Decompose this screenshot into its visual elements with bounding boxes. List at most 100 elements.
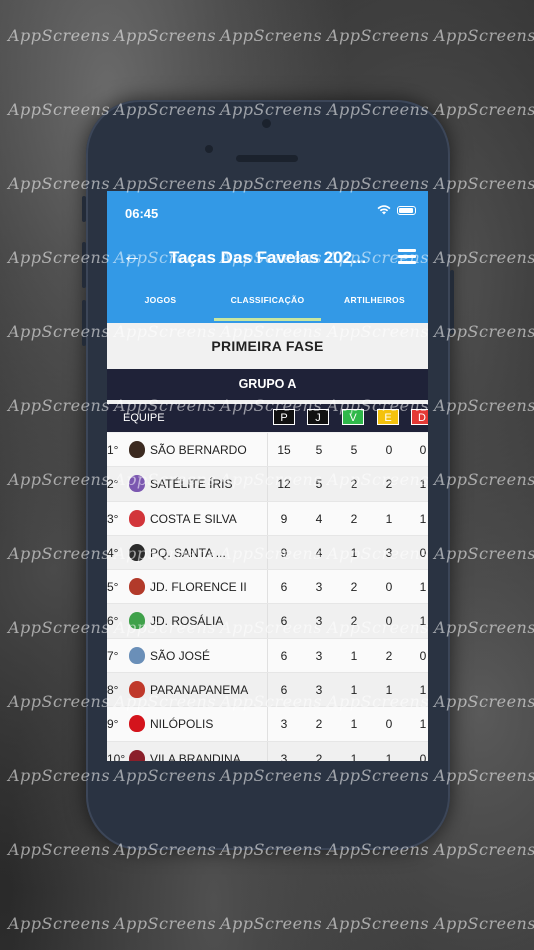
column-divider <box>267 673 268 707</box>
row-position: 10° <box>107 751 126 761</box>
table-row[interactable]: 10° VILA BRANDINA 3 2 1 1 0 <box>107 741 428 761</box>
row-stat-v: 1 <box>350 648 358 663</box>
row-team-name: VILA BRANDINA <box>150 751 241 761</box>
group-title: GRUPO A <box>107 369 428 400</box>
column-header-draws: E <box>377 409 399 425</box>
table-header: EQUIPE P J V E D <box>107 404 428 432</box>
row-position: 6° <box>107 614 119 629</box>
table-row[interactable]: 9° NILÓPOLIS 3 2 1 0 1 <box>107 707 428 742</box>
row-stat-v: 1 <box>350 717 358 732</box>
column-header-wins: V <box>342 409 364 425</box>
row-stat-p: 15 <box>277 443 291 457</box>
row-stat-e: 0 <box>385 580 393 595</box>
row-stat-v: 2 <box>350 511 358 526</box>
row-stat-e: 0 <box>385 614 393 629</box>
team-crest-icon <box>129 509 145 527</box>
row-position: 7° <box>107 648 119 663</box>
table-row[interactable]: 1° SÃO BERNARDO 15 5 5 0 0 <box>107 433 428 468</box>
row-team-name: NILÓPOLIS <box>150 717 214 732</box>
wifi-icon <box>377 205 391 215</box>
table-row[interactable]: 6° JD. ROSÁLIA 6 3 2 0 1 <box>107 604 428 639</box>
tab-bar: JOGOS CLASSIFICAÇÃO ARTILHEIROS <box>107 288 428 323</box>
volume-down-button <box>82 300 86 346</box>
row-position: 8° <box>107 683 119 698</box>
menu-icon[interactable] <box>398 249 416 264</box>
row-stat-j: 3 <box>315 614 323 629</box>
row-team-name: SÃO JOSÉ <box>150 648 211 663</box>
row-stat-d: 1 <box>419 683 427 698</box>
row-stat-v: 1 <box>350 545 358 560</box>
row-stat-e: 1 <box>385 751 393 761</box>
row-stat-p: 6 <box>280 614 288 629</box>
row-stat-e: 1 <box>385 511 393 526</box>
row-stat-d: 1 <box>419 580 427 595</box>
tab-classificacao[interactable]: CLASSIFICAÇÃO <box>214 288 321 323</box>
table-row[interactable]: 7° SÃO JOSÉ 6 3 1 2 0 <box>107 638 428 674</box>
row-stat-d: 1 <box>419 477 427 492</box>
earpiece-speaker <box>236 155 298 162</box>
page-title: Taças Das Favelas 202... <box>169 248 367 267</box>
row-team-name: JD. FLORENCE II <box>150 580 247 595</box>
row-stat-j: 2 <box>315 751 323 761</box>
row-stat-j: 4 <box>315 511 323 526</box>
column-divider <box>267 741 268 761</box>
row-stat-e: 0 <box>385 443 393 457</box>
standings-table: 1° SÃO BERNARDO 15 5 5 0 0 2° SATÉLITE ÍRIS 12 5 2 2… <box>107 433 428 761</box>
row-stat-p: 6 <box>280 580 288 595</box>
column-divider <box>267 570 268 604</box>
row-position: 2° <box>107 477 119 492</box>
row-stat-e: 3 <box>385 545 393 560</box>
row-stat-v: 2 <box>350 477 358 492</box>
row-team-name: SÃO BERNARDO <box>150 443 247 457</box>
team-crest-icon <box>129 578 145 596</box>
table-row[interactable]: 5° JD. FLORENCE II 6 3 2 0 1 <box>107 570 428 605</box>
table-row[interactable]: 2° SATÉLITE ÍRIS 12 5 2 2 1 <box>107 467 428 502</box>
row-stat-e: 1 <box>385 683 393 698</box>
row-stat-d: 1 <box>419 614 427 629</box>
row-stat-j: 2 <box>315 717 323 732</box>
row-stat-d: 0 <box>419 751 427 761</box>
row-stat-e: 2 <box>385 477 393 492</box>
tab-jogos[interactable]: JOGOS <box>107 288 214 323</box>
table-row[interactable]: 4° PQ. SANTA ... 9 4 1 3 0 <box>107 535 428 571</box>
column-header-team: EQUIPE <box>123 412 165 424</box>
row-stat-v: 1 <box>350 683 358 698</box>
table-row[interactable]: 3° COSTA E SILVA 9 4 2 1 1 <box>107 501 428 536</box>
column-header-losses: D <box>411 409 428 425</box>
team-crest-icon <box>129 715 145 733</box>
row-stat-e: 0 <box>385 717 393 732</box>
row-stat-j: 5 <box>315 477 323 492</box>
row-stat-v: 2 <box>350 580 358 595</box>
row-stat-j: 5 <box>315 443 323 457</box>
back-arrow-icon[interactable]: ← <box>122 245 142 268</box>
row-stat-p: 3 <box>280 717 288 732</box>
row-position: 1° <box>107 443 119 457</box>
battery-icon <box>397 205 416 215</box>
row-stat-d: 0 <box>419 545 427 560</box>
column-divider <box>267 467 268 501</box>
row-stat-p: 12 <box>277 477 291 492</box>
row-team-name: COSTA E SILVA <box>150 511 237 526</box>
app-screen: 06:45 ← Taças Das Favelas 202... JOGOS C… <box>107 191 428 761</box>
row-team-name: PQ. SANTA ... <box>150 545 226 560</box>
table-row[interactable]: 8° PARANAPANEMA 6 3 1 1 1 <box>107 673 428 708</box>
column-header-games: J <box>307 409 329 425</box>
team-crest-icon <box>129 612 145 630</box>
tab-artilheiros[interactable]: ARTILHEIROS <box>321 288 428 323</box>
row-stat-j: 3 <box>315 580 323 595</box>
column-header-points: P <box>273 409 295 425</box>
team-crest-icon <box>129 441 145 458</box>
row-stat-d: 1 <box>419 511 427 526</box>
row-stat-j: 3 <box>315 648 323 663</box>
column-divider <box>267 604 268 638</box>
column-divider <box>267 707 268 741</box>
phase-title: PRIMEIRA FASE <box>211 338 324 354</box>
row-position: 4° <box>107 545 119 560</box>
mute-switch <box>82 196 86 222</box>
column-divider <box>267 638 268 673</box>
front-camera <box>262 119 271 128</box>
team-crest-icon <box>129 646 145 664</box>
row-stat-p: 9 <box>280 511 288 526</box>
app-bar: 06:45 ← Taças Das Favelas 202... JOGOS C… <box>107 191 428 323</box>
row-stat-j: 4 <box>315 545 323 560</box>
